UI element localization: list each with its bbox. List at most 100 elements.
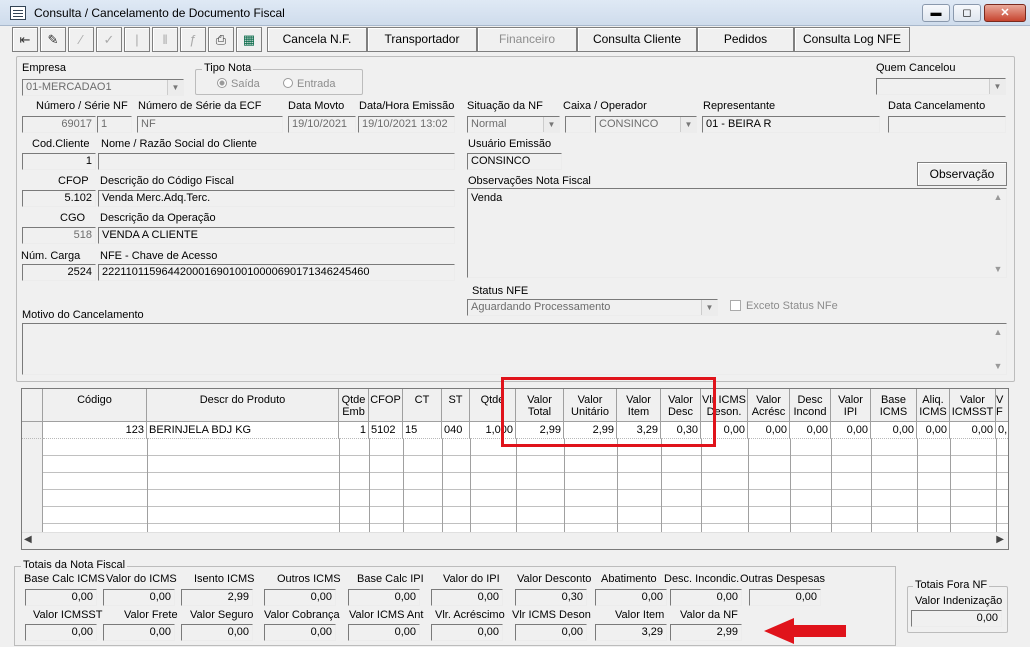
close-button[interactable]: ✕ xyxy=(984,4,1026,22)
table-cell-valor-fcp[interactable]: 0, xyxy=(996,422,1008,439)
cfop-field[interactable]: 5.102 xyxy=(22,190,96,207)
valor-item-field[interactable]: 3,29 xyxy=(595,624,667,641)
data-movto-field[interactable]: 19/10/2021 xyxy=(288,116,356,133)
check-icon[interactable]: ✓ xyxy=(96,27,122,52)
valor-frete-field[interactable]: 0,00 xyxy=(103,624,175,641)
isento-icms-field[interactable]: 2,99 xyxy=(181,589,253,606)
data-cancelamento-field[interactable] xyxy=(888,116,1006,133)
table-cell-cfop[interactable]: 5102 xyxy=(369,422,403,439)
quem-cancelou-select[interactable]: ▼ xyxy=(876,78,1006,95)
cancela-nf-button[interactable]: Cancela N.F. xyxy=(267,27,367,52)
printer-icon[interactable]: ⎙ xyxy=(208,27,234,52)
representante-field[interactable]: 01 - BEIRA R xyxy=(702,116,880,133)
minimize-button[interactable]: ▬ xyxy=(922,4,950,22)
usuario-emissao-field[interactable]: CONSINCO xyxy=(467,153,562,170)
valor-nf-field[interactable]: 2,99 xyxy=(670,624,742,641)
obs-scrollbar[interactable]: ▲ ▼ xyxy=(990,189,1006,277)
col-header-ct[interactable]: CT xyxy=(403,389,442,422)
table-cell-descr[interactable]: BERINJELA BDJ KG xyxy=(147,422,339,439)
valor-indenizacao-field[interactable]: 0,00 xyxy=(911,610,1002,627)
desc-incondic-field[interactable]: 0,00 xyxy=(670,589,742,606)
financeiro-button[interactable]: Financeiro xyxy=(477,27,577,52)
empresa-select[interactable]: 01-MERCADAO1 ▼ xyxy=(22,79,184,96)
chave-acesso-field[interactable]: 2221101159644200016901001000069017134624… xyxy=(98,264,455,281)
table-cell-st[interactable]: 040 xyxy=(442,422,470,439)
scroll-down-icon[interactable]: ▼ xyxy=(990,261,1006,277)
valor-seguro-field[interactable]: 0,00 xyxy=(181,624,253,641)
col-header-st[interactable]: ST xyxy=(442,389,470,422)
observacoes-memo[interactable]: Venda ▲ ▼ xyxy=(467,188,1007,278)
col-header-base-icms[interactable]: Base ICMS xyxy=(871,389,917,422)
base-calc-ipi-field[interactable]: 0,00 xyxy=(348,589,420,606)
valor-icms-field[interactable]: 0,00 xyxy=(103,589,175,606)
abatimento-field[interactable]: 0,00 xyxy=(595,589,667,606)
valor-icms-ant-field[interactable]: 0,00 xyxy=(348,624,420,641)
scroll-up-icon[interactable]: ▲ xyxy=(990,324,1006,340)
col-header-valor-ipi[interactable]: Valor IPI xyxy=(831,389,871,422)
col-header-cfop[interactable]: CFOP xyxy=(369,389,403,422)
col-header-desc-incond[interactable]: Desc Incond xyxy=(790,389,831,422)
cod-cliente-field[interactable]: 1 xyxy=(22,153,96,170)
serie-ecf-field[interactable]: NF xyxy=(137,116,283,133)
vlr-icms-deson-field[interactable]: 0,00 xyxy=(515,624,587,641)
table-cell-ct[interactable]: 15 xyxy=(403,422,442,439)
valor-desconto-field[interactable]: 0,30 xyxy=(515,589,587,606)
first-icon[interactable]: ⁄ xyxy=(68,27,94,52)
valor-ipi-field[interactable]: 0,00 xyxy=(431,589,503,606)
valor-cobranca-field[interactable]: 0,00 xyxy=(264,624,336,641)
data-emissao-field[interactable]: 19/10/2021 13:02 xyxy=(358,116,455,133)
base-calc-icms-field[interactable]: 0,00 xyxy=(25,589,97,606)
table-cell-aliq-icms[interactable]: 0,00 xyxy=(917,422,950,439)
vlr-acrescimo-field[interactable]: 0,00 xyxy=(431,624,503,641)
serie-nf-field[interactable]: 1 xyxy=(97,116,132,133)
num-carga-field[interactable]: 2524 xyxy=(22,264,96,281)
exit-icon[interactable]: ⇤ xyxy=(12,27,38,52)
consulta-cliente-button[interactable]: Consulta Cliente xyxy=(577,27,697,52)
outras-despesas-field[interactable]: 0,00 xyxy=(749,589,821,606)
outros-icms-field[interactable]: 0,00 xyxy=(264,589,336,606)
col-header-codigo[interactable]: Código xyxy=(43,389,147,422)
table-cell-valor-icmsst[interactable]: 0,00 xyxy=(950,422,996,439)
desc-cfop-field[interactable]: Venda Merc.Adq.Terc. xyxy=(98,190,455,207)
status-nfe-select[interactable]: Aguardando Processamento ▼ xyxy=(467,299,718,316)
maximize-button[interactable]: ◻ xyxy=(953,4,981,22)
numero-nf-field[interactable]: 69017 xyxy=(22,116,96,133)
nome-cliente-field[interactable] xyxy=(98,153,455,170)
scroll-right-icon[interactable]: ▶ xyxy=(996,534,1004,545)
observacao-nfe-button[interactable]: Observação NFe xyxy=(917,162,1007,203)
scroll-up-icon[interactable]: ▲ xyxy=(990,189,1006,205)
table-cell-qtde-emb[interactable]: 1 xyxy=(339,422,369,439)
scroll-down-icon[interactable]: ▼ xyxy=(990,358,1006,374)
col-header-valor-acresc[interactable]: Valor Acrésc xyxy=(748,389,790,422)
table-cell-valor-acresc[interactable]: 0,00 xyxy=(748,422,790,439)
col-header-aliq-icms[interactable]: Aliq. ICMS xyxy=(917,389,950,422)
operador-select[interactable]: CONSINCO ▼ xyxy=(595,116,697,133)
table-cell-base-icms[interactable]: 0,00 xyxy=(871,422,917,439)
exceto-status-checkbox[interactable]: Exceto Status NFe xyxy=(730,300,838,313)
table-cell-desc-incond[interactable]: 0,00 xyxy=(790,422,831,439)
grid-horizontal-scrollbar[interactable]: ◀ ▶ xyxy=(22,532,1008,549)
col-header-valor-icmsst[interactable]: Valor ICMSST xyxy=(950,389,996,422)
radio-entrada[interactable]: Entrada xyxy=(283,78,336,91)
radio-saida[interactable]: Saída xyxy=(217,78,260,91)
row-indicator[interactable] xyxy=(22,422,43,439)
pedidos-button[interactable]: Pedidos xyxy=(697,27,794,52)
scroll-left-icon[interactable]: ◀ xyxy=(24,534,32,545)
motivo-cancelamento-memo[interactable]: ▲ ▼ xyxy=(22,323,1007,375)
caixa-field[interactable] xyxy=(565,116,591,133)
signature-icon[interactable]: ƒ xyxy=(180,27,206,52)
motivo-scrollbar[interactable]: ▲ ▼ xyxy=(990,324,1006,374)
col-header-descr[interactable]: Descr do Produto xyxy=(147,389,339,422)
eraser-icon[interactable]: ✎ xyxy=(40,27,66,52)
transportador-button[interactable]: Transportador xyxy=(367,27,477,52)
separator-icon[interactable]: | xyxy=(124,27,150,52)
valor-icmsst-field[interactable]: 0,00 xyxy=(25,624,97,641)
col-header-valor-fcp[interactable]: V F xyxy=(996,389,1008,422)
consulta-log-nfe-button[interactable]: Consulta Log NFE xyxy=(794,27,910,52)
cgo-field[interactable]: 518 xyxy=(22,227,96,244)
col-header-qtde-emb[interactable]: Qtde Emb xyxy=(339,389,369,422)
spreadsheet-icon[interactable]: ▦ xyxy=(236,27,262,52)
table-cell-codigo[interactable]: 123 xyxy=(43,422,147,439)
table-cell-valor-ipi[interactable]: 0,00 xyxy=(831,422,871,439)
pause-icon[interactable]: ‖ xyxy=(152,27,178,52)
